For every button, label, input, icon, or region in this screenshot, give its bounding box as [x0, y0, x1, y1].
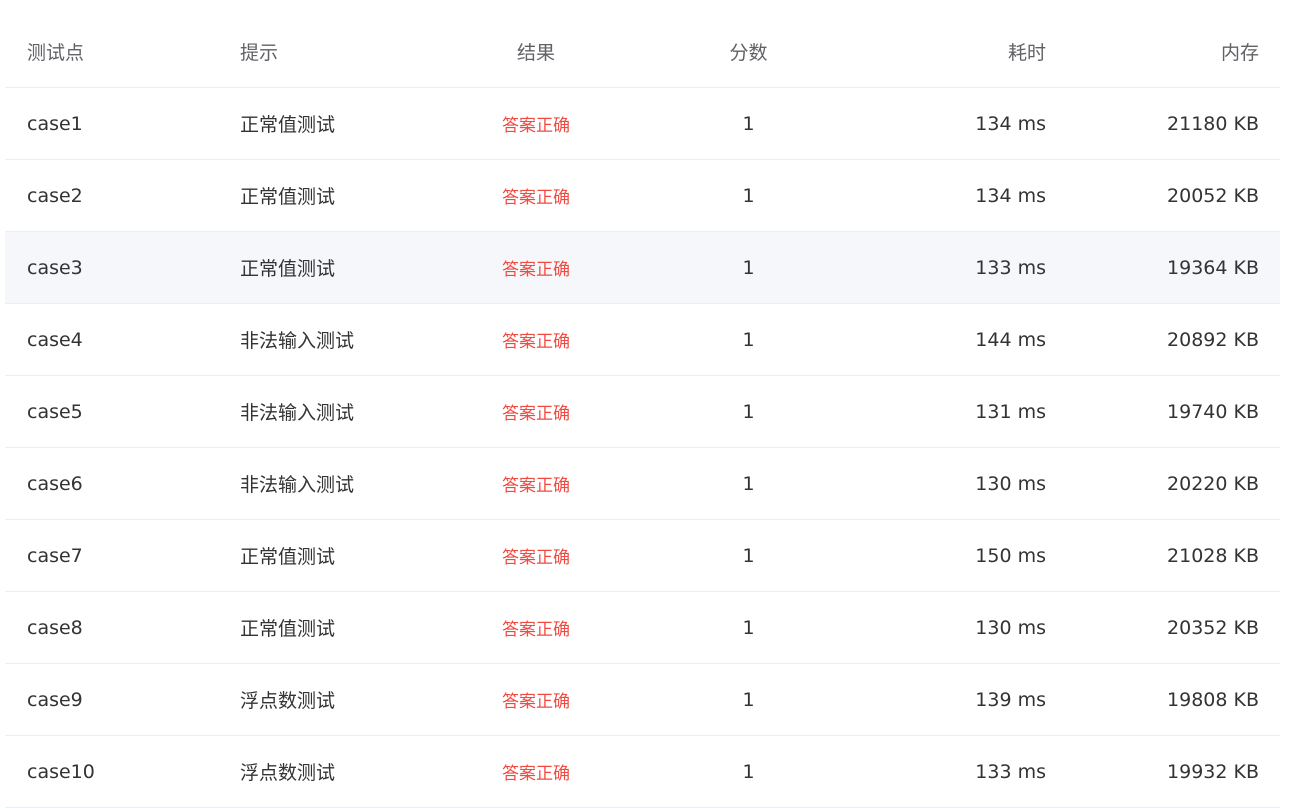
- test-results-table: 测试点 提示 结果 分数 耗时 内存 case1 正常值测试 答案正确 1 13…: [5, 16, 1280, 808]
- table-row[interactable]: case10 浮点数测试 答案正确 1 133 ms 19932 KB: [5, 736, 1280, 808]
- test-case-memory: 19808 KB: [1167, 688, 1259, 711]
- test-case-memory: 20220 KB: [1167, 472, 1259, 495]
- result-cell: 答案正确: [430, 759, 642, 784]
- test-case-score: 1: [742, 112, 755, 135]
- test-case-name: case5: [27, 400, 83, 423]
- test-case-memory: 20892 KB: [1167, 328, 1259, 351]
- test-case-score: 1: [742, 184, 755, 207]
- test-case-memory: 20052 KB: [1167, 184, 1259, 207]
- test-case-time: 133 ms: [975, 760, 1046, 783]
- test-case-name: case1: [27, 112, 83, 135]
- table-row[interactable]: case4 非法输入测试 答案正确 1 144 ms 20892 KB: [5, 304, 1280, 376]
- test-case-time: 130 ms: [975, 472, 1046, 495]
- table-row[interactable]: case8 正常值测试 答案正确 1 130 ms 20352 KB: [5, 592, 1280, 664]
- test-case-memory: 19740 KB: [1167, 400, 1259, 423]
- test-case-memory: 20352 KB: [1167, 616, 1259, 639]
- test-case-name: case6: [27, 472, 83, 495]
- test-case-time: 131 ms: [975, 400, 1046, 423]
- test-case-hint: 正常值测试: [240, 546, 336, 568]
- test-case-score: 1: [742, 544, 755, 567]
- table-row[interactable]: case1 正常值测试 答案正确 1 134 ms 21180 KB: [5, 88, 1280, 160]
- table-row[interactable]: case6 非法输入测试 答案正确 1 130 ms 20220 KB: [5, 448, 1280, 520]
- test-case-score: 1: [742, 760, 755, 783]
- test-case-time: 133 ms: [975, 256, 1046, 279]
- test-case-time: 150 ms: [975, 544, 1046, 567]
- test-case-hint: 正常值测试: [240, 258, 336, 280]
- table-row[interactable]: case3 正常值测试 答案正确 1 133 ms 19364 KB: [5, 232, 1280, 304]
- test-case-hint: 非法输入测试: [240, 474, 355, 496]
- result-status: 答案正确: [502, 692, 570, 712]
- test-case-name: case10: [27, 760, 95, 783]
- test-case-name: case8: [27, 616, 83, 639]
- result-cell: 答案正确: [430, 399, 642, 424]
- test-case-memory: 21180 KB: [1167, 112, 1259, 135]
- test-case-time: 130 ms: [975, 616, 1046, 639]
- test-case-time: 134 ms: [975, 184, 1046, 207]
- test-case-hint: 浮点数测试: [240, 762, 336, 784]
- result-status: 答案正确: [502, 188, 570, 208]
- test-case-time: 134 ms: [975, 112, 1046, 135]
- test-case-memory: 19364 KB: [1167, 256, 1259, 279]
- result-cell: 答案正确: [430, 183, 642, 208]
- result-cell: 答案正确: [430, 111, 642, 136]
- test-case-score: 1: [742, 328, 755, 351]
- test-case-hint: 正常值测试: [240, 114, 336, 136]
- table-row[interactable]: case2 正常值测试 答案正确 1 134 ms 20052 KB: [5, 160, 1280, 232]
- column-header-memory: 内存: [1220, 42, 1259, 64]
- result-status: 答案正确: [502, 548, 570, 568]
- result-status: 答案正确: [502, 332, 570, 352]
- result-cell: 答案正确: [430, 687, 642, 712]
- table-row[interactable]: case5 非法输入测试 答案正确 1 131 ms 19740 KB: [5, 376, 1280, 448]
- test-case-name: case3: [27, 256, 83, 279]
- result-status: 答案正确: [502, 404, 570, 424]
- test-case-name: case4: [27, 328, 83, 351]
- test-case-name: case7: [27, 544, 83, 567]
- test-case-score: 1: [742, 472, 755, 495]
- result-status: 答案正确: [502, 260, 570, 280]
- result-cell: 答案正确: [430, 615, 642, 640]
- result-status: 答案正确: [502, 620, 570, 640]
- test-case-memory: 19932 KB: [1167, 760, 1259, 783]
- test-case-score: 1: [742, 400, 755, 423]
- column-header-time: 耗时: [1007, 42, 1046, 64]
- test-case-hint: 正常值测试: [240, 618, 336, 640]
- test-case-time: 139 ms: [975, 688, 1046, 711]
- column-header-test-point: 测试点: [27, 42, 85, 64]
- test-case-hint: 非法输入测试: [240, 330, 355, 352]
- result-status: 答案正确: [502, 476, 570, 496]
- result-status: 答案正确: [502, 116, 570, 136]
- column-header-result: 结果: [516, 42, 555, 64]
- test-case-hint: 浮点数测试: [240, 690, 336, 712]
- table-row[interactable]: case9 浮点数测试 答案正确 1 139 ms 19808 KB: [5, 664, 1280, 736]
- test-case-name: case2: [27, 184, 83, 207]
- test-case-score: 1: [742, 688, 755, 711]
- result-cell: 答案正确: [430, 255, 642, 280]
- table-row[interactable]: case7 正常值测试 答案正确 1 150 ms 21028 KB: [5, 520, 1280, 592]
- test-case-hint: 正常值测试: [240, 186, 336, 208]
- result-cell: 答案正确: [430, 543, 642, 568]
- column-header-hint: 提示: [240, 42, 279, 64]
- test-case-time: 144 ms: [975, 328, 1046, 351]
- test-case-memory: 21028 KB: [1167, 544, 1259, 567]
- test-case-score: 1: [742, 256, 755, 279]
- result-cell: 答案正确: [430, 327, 642, 352]
- test-case-name: case9: [27, 688, 83, 711]
- result-cell: 答案正确: [430, 471, 642, 496]
- table-header-row: 测试点 提示 结果 分数 耗时 内存: [5, 16, 1280, 88]
- test-case-hint: 非法输入测试: [240, 402, 355, 424]
- result-status: 答案正确: [502, 764, 570, 784]
- column-header-score: 分数: [729, 42, 768, 64]
- test-case-score: 1: [742, 616, 755, 639]
